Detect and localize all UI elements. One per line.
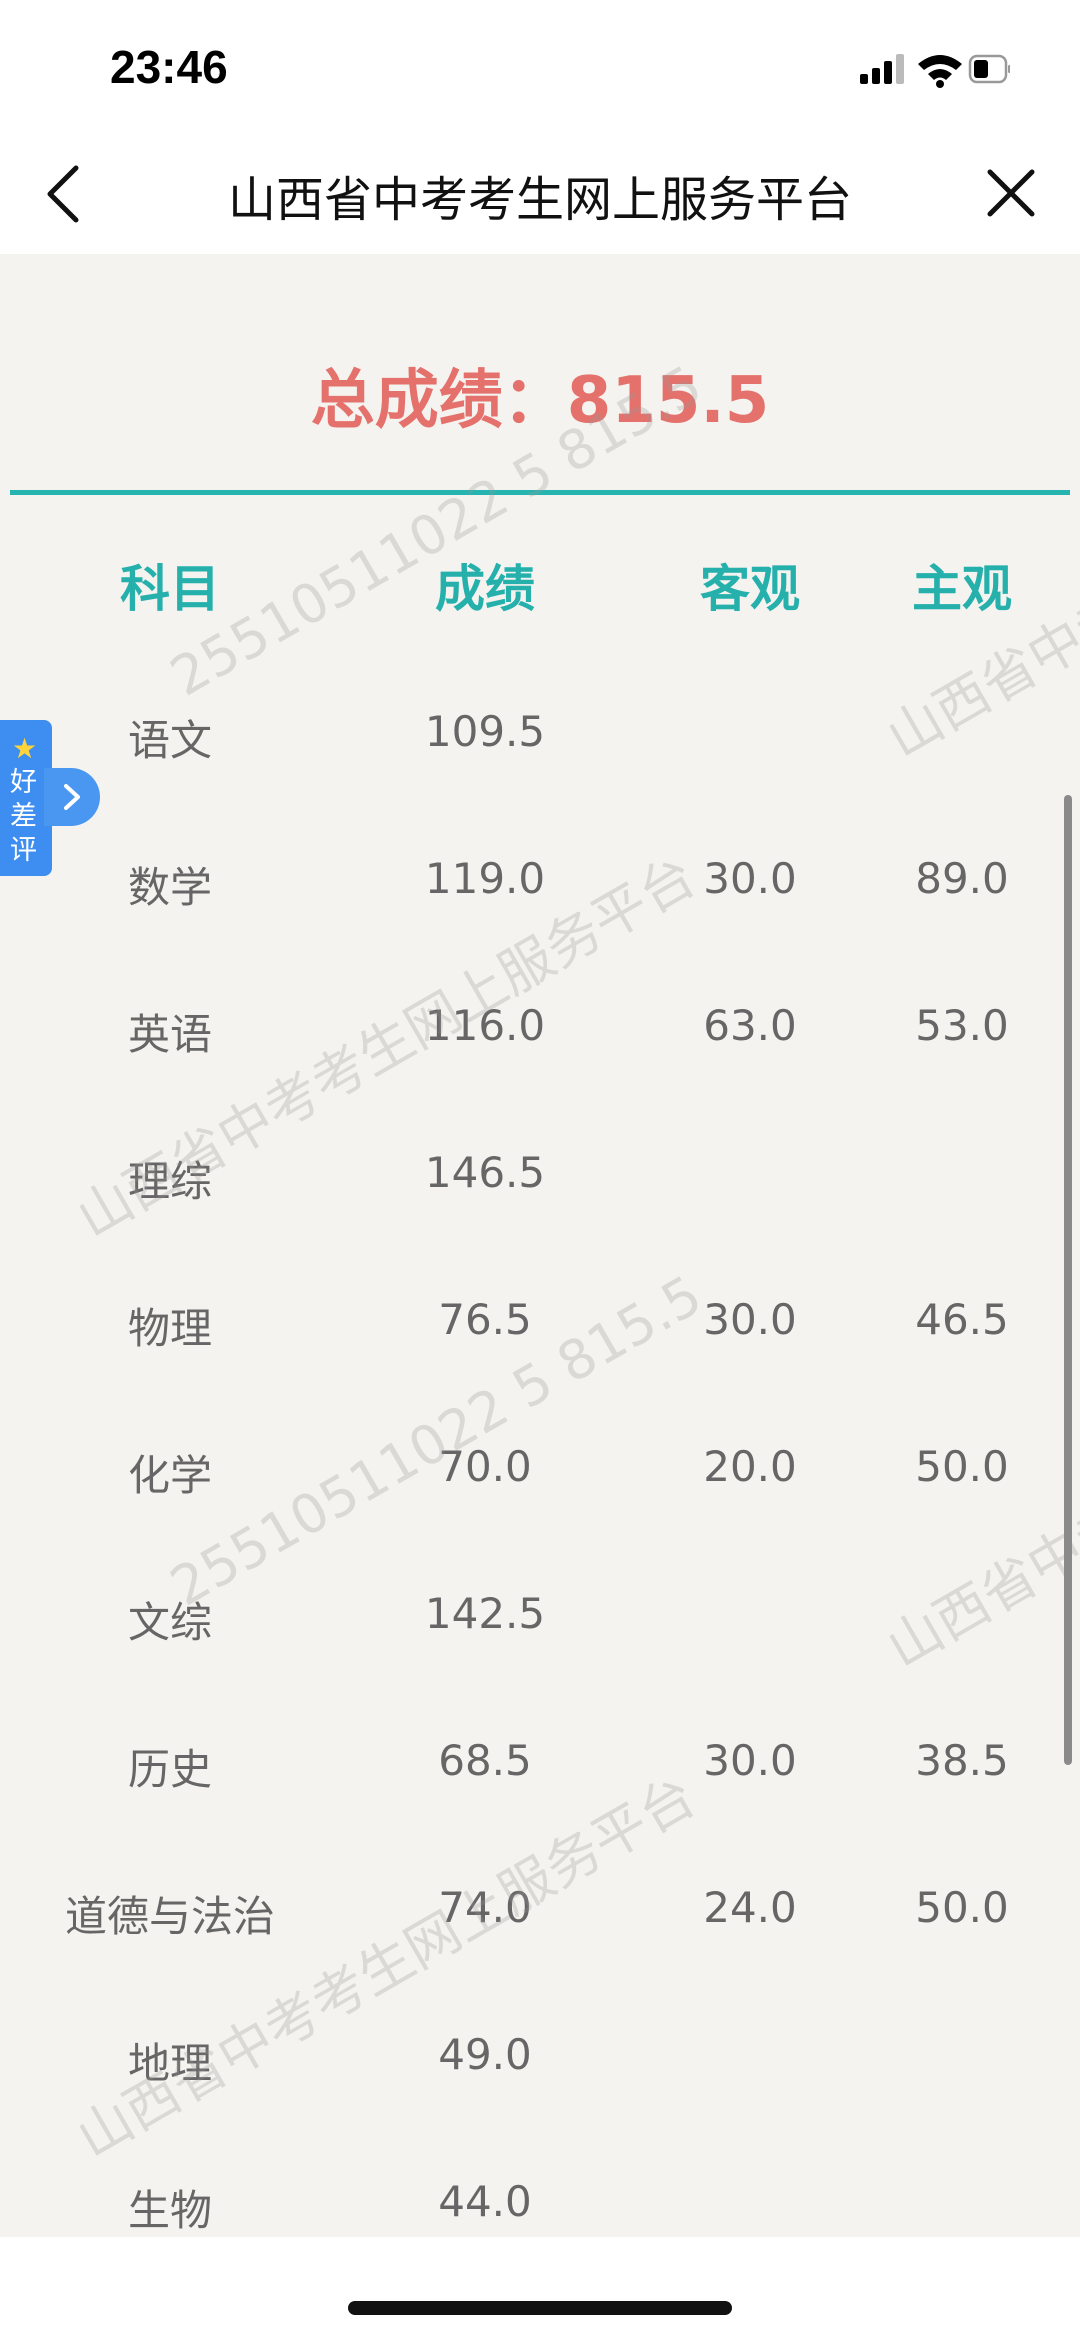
- subjective-cell: 46.5: [915, 1295, 1009, 1344]
- star-icon: ★: [12, 732, 38, 765]
- objective-cell: 24.0: [703, 1883, 797, 1932]
- table-row: 数学 119.0 30.0 89.0: [0, 854, 1080, 934]
- table-row: 物理 76.5 30.0 46.5: [0, 1295, 1080, 1375]
- objective-cell: 30.0: [703, 1295, 797, 1344]
- score-cell: 74.0: [438, 1883, 532, 1932]
- score-cell: 146.5: [424, 1148, 546, 1197]
- bottom-area: [0, 2237, 1080, 2337]
- subject-cell: 道德与法治: [64, 1892, 275, 1941]
- wifi-icon: [918, 55, 962, 88]
- rating-label: 好差评: [10, 767, 37, 866]
- subjective-cell: 50.0: [915, 1442, 1009, 1491]
- header-subject: 科目: [120, 560, 220, 618]
- score-cell: 76.5: [438, 1295, 532, 1344]
- total-score-label: 总成绩：: [310, 364, 567, 438]
- status-bar: 23:46: [0, 0, 1080, 140]
- score-cell: 44.0: [438, 2177, 532, 2226]
- score-cell: 119.0: [424, 854, 546, 903]
- page-title: 山西省中考考生网上服务平台: [227, 172, 852, 228]
- score-cell: 68.5: [438, 1736, 532, 1785]
- subjective-cell: 50.0: [915, 1883, 1009, 1932]
- subject-cell: 化学: [127, 1451, 212, 1500]
- subject-cell: 历史: [127, 1745, 212, 1794]
- table-row: 理综 146.5: [0, 1148, 1080, 1228]
- table-row: 道德与法治 74.0 24.0 50.0: [0, 1883, 1080, 1963]
- table-row: 化学 70.0 20.0 50.0: [0, 1442, 1080, 1522]
- close-icon: [987, 169, 1035, 217]
- header-objective: 客观: [700, 560, 800, 618]
- objective-cell: 30.0: [703, 1736, 797, 1785]
- nav-bar: 山西省中考考生网上服务平台: [0, 130, 1080, 254]
- battery-icon: [968, 54, 1011, 84]
- subjective-cell: 53.0: [915, 1001, 1009, 1050]
- status-icons: [860, 52, 1011, 92]
- table-row: 语文 109.5: [0, 707, 1080, 787]
- subjective-cell: 89.0: [915, 854, 1009, 903]
- table-row: 文综 142.5: [0, 1589, 1080, 1669]
- objective-cell: 20.0: [703, 1442, 797, 1491]
- chevron-right-icon: [64, 784, 80, 810]
- objective-cell: 63.0: [703, 1001, 797, 1050]
- home-indicator[interactable]: [348, 2301, 732, 2315]
- signal-icon: [860, 54, 904, 84]
- total-score-value: 815.5: [566, 364, 770, 438]
- score-cell: 109.5: [424, 707, 546, 756]
- status-time: 23:46: [110, 41, 228, 93]
- rating-widget[interactable]: ★ 好差评: [0, 720, 100, 876]
- close-button[interactable]: [978, 160, 1044, 226]
- table-row: 地理 49.0: [0, 2030, 1080, 2110]
- score-cell: 116.0: [424, 1001, 546, 1050]
- objective-cell: 30.0: [703, 854, 797, 903]
- subject-cell: 理综: [127, 1157, 212, 1206]
- score-cell: 49.0: [438, 2030, 532, 2079]
- table-row: 生物 44.0: [0, 2177, 1080, 2237]
- subject-cell: 英语: [127, 1010, 212, 1059]
- table-row: 英语 116.0 63.0 53.0: [0, 1001, 1080, 1081]
- subject-cell: 文综: [127, 1598, 212, 1647]
- divider: [10, 490, 1070, 495]
- total-score: 总成绩：815.5: [0, 349, 1080, 441]
- subject-cell: 生物: [127, 2186, 212, 2235]
- score-cell: 142.5: [424, 1589, 546, 1638]
- subjective-cell: 38.5: [915, 1736, 1009, 1785]
- header-subjective: 主观: [912, 560, 1012, 618]
- subject-cell: 地理: [127, 2039, 212, 2088]
- score-content: 总成绩：815.5 科目 成绩 客观 主观 语文 109.5 数学 119.0 …: [0, 254, 1080, 2237]
- scrollbar[interactable]: [1064, 795, 1072, 1765]
- subject-cell: 物理: [127, 1304, 212, 1353]
- score-cell: 70.0: [438, 1442, 532, 1491]
- rating-expand-button[interactable]: [44, 768, 100, 826]
- table-row: 历史 68.5 30.0 38.5: [0, 1736, 1080, 1816]
- header-score: 成绩: [435, 560, 535, 618]
